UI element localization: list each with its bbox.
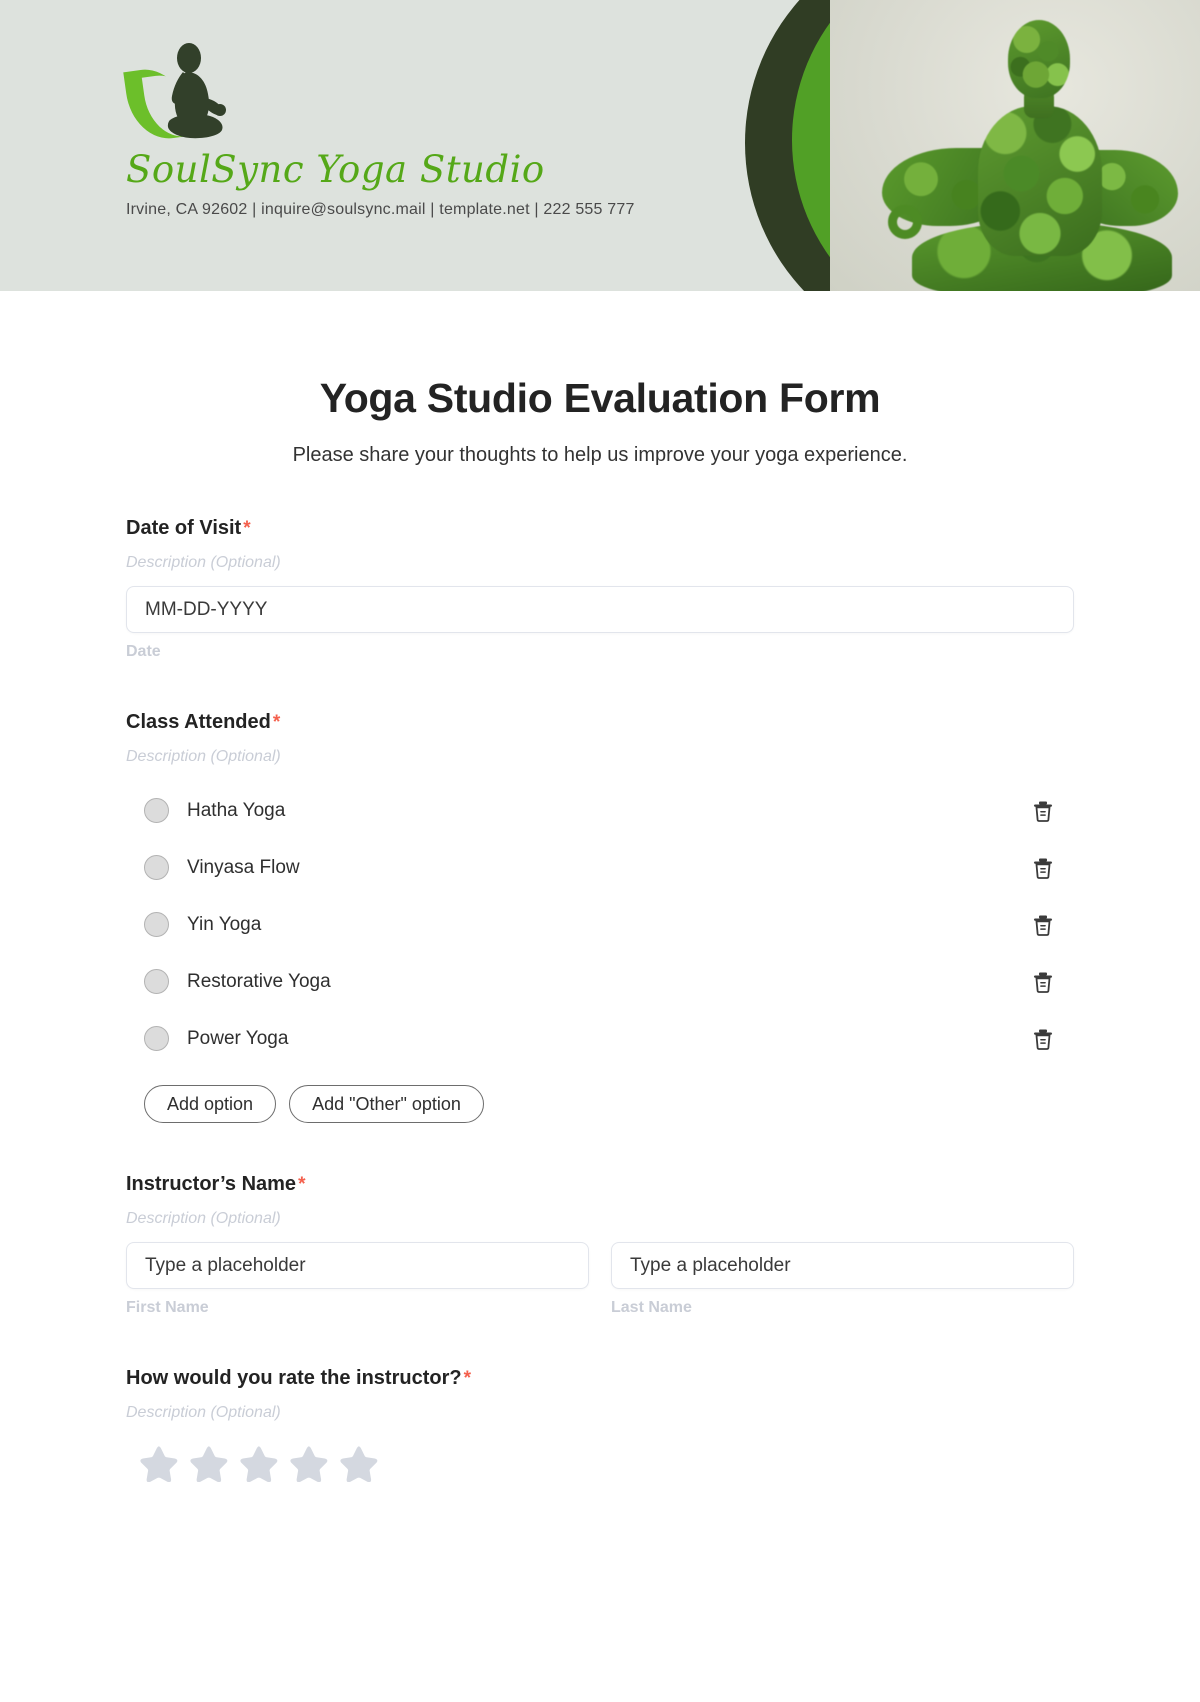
last-name-sub-label: Last Name (611, 1299, 692, 1316)
field-instructor-rating: How would you rate the instructor? * Desc… (126, 1367, 1074, 1482)
delete-option-button[interactable] (1030, 798, 1056, 824)
delete-option-button[interactable] (1030, 855, 1056, 881)
radio-button[interactable] (144, 798, 169, 823)
class-attended-label: Class Attended * (126, 711, 1074, 734)
instructor-rating-label-text: How would you rate the instructor? (126, 1367, 462, 1389)
last-name-column: Type a placeholder Last Name (611, 1242, 1074, 1317)
add-option-button[interactable]: Add option (144, 1085, 277, 1123)
brand-logo-block: SoulSync Yoga Studio Irvine, CA 92602 | … (123, 36, 635, 219)
required-asterisk: * (463, 1368, 471, 1389)
leaf-figure-head (1008, 20, 1070, 98)
page-header: SoulSync Yoga Studio Irvine, CA 92602 | … (0, 0, 1200, 291)
list-item[interactable]: Yin Yoga (126, 896, 1074, 953)
first-name-sub-label: First Name (126, 1299, 209, 1316)
field-class-attended: Class Attended * Description (Optional) H… (126, 711, 1074, 1123)
option-label: Yin Yoga (187, 913, 262, 935)
star-icon[interactable] (188, 1444, 228, 1482)
list-item[interactable]: Restorative Yoga (126, 953, 1074, 1010)
lotus-meditation-leaf-logo-icon (123, 36, 236, 146)
list-item[interactable]: Vinyasa Flow (126, 839, 1074, 896)
list-item[interactable]: Hatha Yoga (126, 782, 1074, 839)
leaf-figure-mudra-hand (888, 205, 922, 239)
page-subtitle: Please share your thoughts to help us im… (292, 444, 908, 466)
radio-button[interactable] (144, 912, 169, 937)
instructor-rating-label: How would you rate the instructor? * (126, 1367, 1074, 1390)
instructor-name-label-text: Instructor’s Name (126, 1173, 297, 1195)
required-asterisk: * (298, 1174, 306, 1195)
add-option-button-row: Add option Add "Other" option (126, 1085, 1074, 1123)
class-attended-description: Description (Optional) (126, 748, 281, 765)
option-label: Power Yoga (187, 1027, 289, 1049)
studio-contact-line: Irvine, CA 92602 | inquire@soulsync.mail… (126, 201, 635, 218)
option-label: Hatha Yoga (187, 799, 286, 821)
add-other-option-button[interactable]: Add "Other" option (289, 1085, 484, 1123)
radio-button[interactable] (144, 969, 169, 994)
last-name-placeholder: Type a placeholder (630, 1254, 791, 1276)
class-attended-label-text: Class Attended (126, 711, 271, 733)
required-asterisk: * (272, 712, 281, 733)
delete-option-button[interactable] (1030, 969, 1056, 995)
leaf-figure-torso (978, 106, 1102, 256)
instructor-rating-description: Description (Optional) (126, 1404, 281, 1421)
instructor-name-label: Instructor’s Name * (126, 1173, 1074, 1196)
list-item[interactable]: Power Yoga (126, 1010, 1074, 1067)
leaf-person-meditation-photo (830, 0, 1200, 291)
instructor-name-input-row: Type a placeholder First Name Type a pla… (126, 1242, 1074, 1317)
form-body: Yoga Studio Evaluation Form Please share… (0, 375, 1200, 1482)
delete-option-button[interactable] (1030, 1026, 1056, 1052)
date-of-visit-input[interactable]: MM-DD-YYYY (126, 586, 1074, 633)
date-of-visit-sub-label: Date (126, 643, 161, 660)
date-of-visit-input-value: MM-DD-YYYY (145, 598, 268, 620)
first-name-input[interactable]: Type a placeholder (126, 1242, 589, 1289)
radio-button[interactable] (144, 855, 169, 880)
required-asterisk: * (243, 518, 251, 539)
radio-button[interactable] (144, 1026, 169, 1051)
date-of-visit-label: Date of Visit * (126, 517, 1074, 540)
field-date-of-visit: Date of Visit * Description (Optional) MM… (126, 517, 1074, 661)
star-rating-control[interactable] (126, 1444, 1074, 1482)
meditating-person-icon (154, 42, 232, 144)
star-icon[interactable] (288, 1444, 328, 1482)
page-title: Yoga Studio Evaluation Form (319, 375, 881, 421)
last-name-input[interactable]: Type a placeholder (611, 1242, 1074, 1289)
star-icon[interactable] (238, 1444, 278, 1482)
date-of-visit-label-text: Date of Visit (126, 517, 242, 539)
delete-option-button[interactable] (1030, 912, 1056, 938)
date-of-visit-description: Description (Optional) (126, 554, 281, 571)
option-label: Vinyasa Flow (187, 856, 300, 878)
option-label: Restorative Yoga (187, 970, 331, 992)
star-icon[interactable] (338, 1444, 378, 1482)
header-decorative-artwork (680, 0, 1200, 291)
field-instructor-name: Instructor’s Name * Description (Optional… (126, 1173, 1074, 1317)
studio-name: SoulSync Yoga Studio (126, 148, 545, 191)
class-attended-option-list: Hatha Yoga Vinyasa Flow Yin Yoga Restora… (126, 782, 1074, 1067)
star-icon[interactable] (138, 1444, 178, 1482)
first-name-placeholder: Type a placeholder (145, 1254, 306, 1276)
first-name-column: Type a placeholder First Name (126, 1242, 589, 1317)
instructor-name-description: Description (Optional) (126, 1210, 281, 1227)
